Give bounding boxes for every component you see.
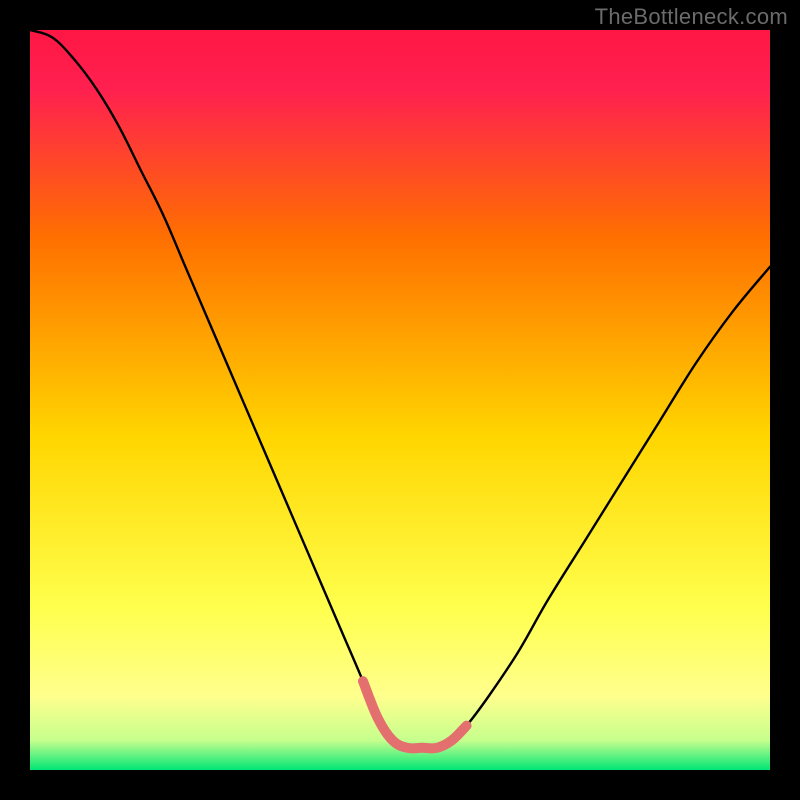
plot-area (30, 30, 770, 770)
gradient-background (30, 30, 770, 770)
chart-svg (30, 30, 770, 770)
watermark-text: TheBottleneck.com (595, 4, 788, 30)
chart-container: TheBottleneck.com (0, 0, 800, 800)
